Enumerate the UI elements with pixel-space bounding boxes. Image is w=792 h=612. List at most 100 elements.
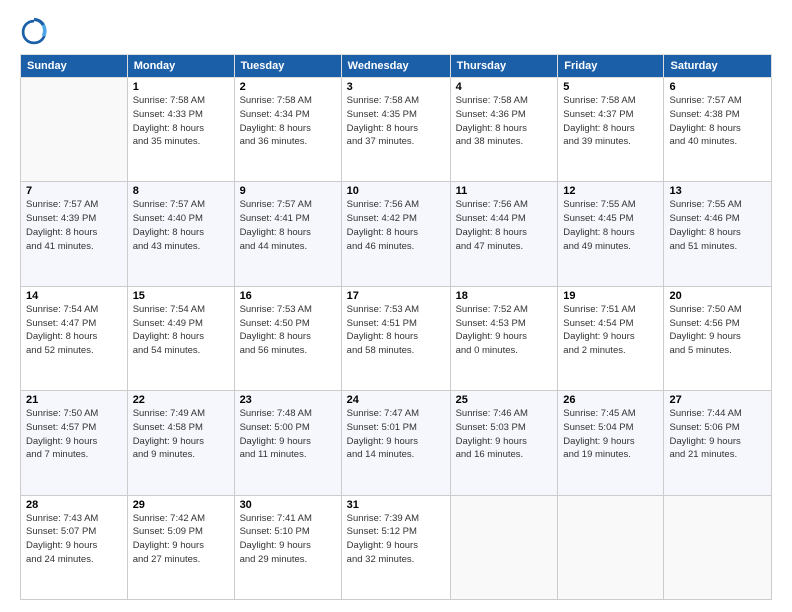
day-info: Sunrise: 7:47 AM Sunset: 5:01 PM Dayligh… — [347, 407, 445, 462]
day-number: 6 — [669, 81, 766, 93]
day-number: 20 — [669, 290, 766, 302]
day-number: 25 — [456, 394, 553, 406]
day-info: Sunrise: 7:45 AM Sunset: 5:04 PM Dayligh… — [563, 407, 658, 462]
calendar-header-thursday: Thursday — [450, 55, 558, 78]
calendar-cell: 27Sunrise: 7:44 AM Sunset: 5:06 PM Dayli… — [664, 391, 772, 495]
day-number: 28 — [26, 499, 122, 511]
calendar-cell: 20Sunrise: 7:50 AM Sunset: 4:56 PM Dayli… — [664, 286, 772, 390]
day-info: Sunrise: 7:54 AM Sunset: 4:47 PM Dayligh… — [26, 303, 122, 358]
day-number: 31 — [347, 499, 445, 511]
day-info: Sunrise: 7:58 AM Sunset: 4:34 PM Dayligh… — [240, 94, 336, 149]
calendar-cell — [450, 495, 558, 599]
calendar-cell: 6Sunrise: 7:57 AM Sunset: 4:38 PM Daylig… — [664, 78, 772, 182]
day-number: 8 — [133, 185, 229, 197]
day-info: Sunrise: 7:49 AM Sunset: 4:58 PM Dayligh… — [133, 407, 229, 462]
calendar-cell: 17Sunrise: 7:53 AM Sunset: 4:51 PM Dayli… — [341, 286, 450, 390]
calendar-cell: 25Sunrise: 7:46 AM Sunset: 5:03 PM Dayli… — [450, 391, 558, 495]
calendar-cell: 11Sunrise: 7:56 AM Sunset: 4:44 PM Dayli… — [450, 182, 558, 286]
calendar-week-1: 1Sunrise: 7:58 AM Sunset: 4:33 PM Daylig… — [21, 78, 772, 182]
calendar-cell — [21, 78, 128, 182]
calendar-cell: 8Sunrise: 7:57 AM Sunset: 4:40 PM Daylig… — [127, 182, 234, 286]
calendar-cell: 22Sunrise: 7:49 AM Sunset: 4:58 PM Dayli… — [127, 391, 234, 495]
day-info: Sunrise: 7:58 AM Sunset: 4:33 PM Dayligh… — [133, 94, 229, 149]
calendar-cell — [558, 495, 664, 599]
day-number: 11 — [456, 185, 553, 197]
calendar-cell: 23Sunrise: 7:48 AM Sunset: 5:00 PM Dayli… — [234, 391, 341, 495]
calendar-header-saturday: Saturday — [664, 55, 772, 78]
day-number: 22 — [133, 394, 229, 406]
day-number: 16 — [240, 290, 336, 302]
day-number: 5 — [563, 81, 658, 93]
calendar-cell: 21Sunrise: 7:50 AM Sunset: 4:57 PM Dayli… — [21, 391, 128, 495]
calendar-cell: 1Sunrise: 7:58 AM Sunset: 4:33 PM Daylig… — [127, 78, 234, 182]
day-info: Sunrise: 7:50 AM Sunset: 4:56 PM Dayligh… — [669, 303, 766, 358]
day-info: Sunrise: 7:46 AM Sunset: 5:03 PM Dayligh… — [456, 407, 553, 462]
calendar-cell: 31Sunrise: 7:39 AM Sunset: 5:12 PM Dayli… — [341, 495, 450, 599]
calendar-cell: 24Sunrise: 7:47 AM Sunset: 5:01 PM Dayli… — [341, 391, 450, 495]
day-number: 7 — [26, 185, 122, 197]
calendar-header-row: SundayMondayTuesdayWednesdayThursdayFrid… — [21, 55, 772, 78]
calendar-cell: 16Sunrise: 7:53 AM Sunset: 4:50 PM Dayli… — [234, 286, 341, 390]
calendar-cell: 18Sunrise: 7:52 AM Sunset: 4:53 PM Dayli… — [450, 286, 558, 390]
header — [20, 18, 772, 46]
calendar-cell — [664, 495, 772, 599]
day-number: 4 — [456, 81, 553, 93]
day-number: 9 — [240, 185, 336, 197]
day-info: Sunrise: 7:41 AM Sunset: 5:10 PM Dayligh… — [240, 512, 336, 567]
calendar-cell: 4Sunrise: 7:58 AM Sunset: 4:36 PM Daylig… — [450, 78, 558, 182]
calendar-week-4: 21Sunrise: 7:50 AM Sunset: 4:57 PM Dayli… — [21, 391, 772, 495]
day-info: Sunrise: 7:56 AM Sunset: 4:44 PM Dayligh… — [456, 198, 553, 253]
calendar-header-monday: Monday — [127, 55, 234, 78]
day-number: 1 — [133, 81, 229, 93]
day-info: Sunrise: 7:44 AM Sunset: 5:06 PM Dayligh… — [669, 407, 766, 462]
day-number: 27 — [669, 394, 766, 406]
day-number: 29 — [133, 499, 229, 511]
logo — [20, 18, 52, 46]
calendar-header-wednesday: Wednesday — [341, 55, 450, 78]
day-info: Sunrise: 7:42 AM Sunset: 5:09 PM Dayligh… — [133, 512, 229, 567]
calendar-header-friday: Friday — [558, 55, 664, 78]
day-info: Sunrise: 7:53 AM Sunset: 4:51 PM Dayligh… — [347, 303, 445, 358]
day-info: Sunrise: 7:58 AM Sunset: 4:35 PM Dayligh… — [347, 94, 445, 149]
day-info: Sunrise: 7:50 AM Sunset: 4:57 PM Dayligh… — [26, 407, 122, 462]
calendar-cell: 9Sunrise: 7:57 AM Sunset: 4:41 PM Daylig… — [234, 182, 341, 286]
day-info: Sunrise: 7:43 AM Sunset: 5:07 PM Dayligh… — [26, 512, 122, 567]
calendar-cell: 19Sunrise: 7:51 AM Sunset: 4:54 PM Dayli… — [558, 286, 664, 390]
day-info: Sunrise: 7:51 AM Sunset: 4:54 PM Dayligh… — [563, 303, 658, 358]
calendar-cell: 26Sunrise: 7:45 AM Sunset: 5:04 PM Dayli… — [558, 391, 664, 495]
calendar-week-3: 14Sunrise: 7:54 AM Sunset: 4:47 PM Dayli… — [21, 286, 772, 390]
calendar-table: SundayMondayTuesdayWednesdayThursdayFrid… — [20, 54, 772, 600]
day-number: 12 — [563, 185, 658, 197]
day-info: Sunrise: 7:58 AM Sunset: 4:37 PM Dayligh… — [563, 94, 658, 149]
calendar-cell: 29Sunrise: 7:42 AM Sunset: 5:09 PM Dayli… — [127, 495, 234, 599]
day-info: Sunrise: 7:48 AM Sunset: 5:00 PM Dayligh… — [240, 407, 336, 462]
day-number: 10 — [347, 185, 445, 197]
calendar-cell: 3Sunrise: 7:58 AM Sunset: 4:35 PM Daylig… — [341, 78, 450, 182]
day-number: 26 — [563, 394, 658, 406]
day-info: Sunrise: 7:57 AM Sunset: 4:39 PM Dayligh… — [26, 198, 122, 253]
day-info: Sunrise: 7:57 AM Sunset: 4:38 PM Dayligh… — [669, 94, 766, 149]
day-number: 21 — [26, 394, 122, 406]
calendar-header-sunday: Sunday — [21, 55, 128, 78]
calendar-cell: 12Sunrise: 7:55 AM Sunset: 4:45 PM Dayli… — [558, 182, 664, 286]
day-number: 19 — [563, 290, 658, 302]
day-number: 13 — [669, 185, 766, 197]
calendar-cell: 10Sunrise: 7:56 AM Sunset: 4:42 PM Dayli… — [341, 182, 450, 286]
day-info: Sunrise: 7:57 AM Sunset: 4:40 PM Dayligh… — [133, 198, 229, 253]
calendar-cell: 30Sunrise: 7:41 AM Sunset: 5:10 PM Dayli… — [234, 495, 341, 599]
calendar-cell: 2Sunrise: 7:58 AM Sunset: 4:34 PM Daylig… — [234, 78, 341, 182]
calendar-header-tuesday: Tuesday — [234, 55, 341, 78]
calendar-cell: 5Sunrise: 7:58 AM Sunset: 4:37 PM Daylig… — [558, 78, 664, 182]
day-info: Sunrise: 7:56 AM Sunset: 4:42 PM Dayligh… — [347, 198, 445, 253]
calendar-cell: 28Sunrise: 7:43 AM Sunset: 5:07 PM Dayli… — [21, 495, 128, 599]
day-number: 17 — [347, 290, 445, 302]
calendar-cell: 14Sunrise: 7:54 AM Sunset: 4:47 PM Dayli… — [21, 286, 128, 390]
day-number: 30 — [240, 499, 336, 511]
calendar-cell: 7Sunrise: 7:57 AM Sunset: 4:39 PM Daylig… — [21, 182, 128, 286]
day-info: Sunrise: 7:52 AM Sunset: 4:53 PM Dayligh… — [456, 303, 553, 358]
day-info: Sunrise: 7:55 AM Sunset: 4:46 PM Dayligh… — [669, 198, 766, 253]
calendar-week-2: 7Sunrise: 7:57 AM Sunset: 4:39 PM Daylig… — [21, 182, 772, 286]
day-number: 2 — [240, 81, 336, 93]
calendar-cell: 13Sunrise: 7:55 AM Sunset: 4:46 PM Dayli… — [664, 182, 772, 286]
day-number: 3 — [347, 81, 445, 93]
